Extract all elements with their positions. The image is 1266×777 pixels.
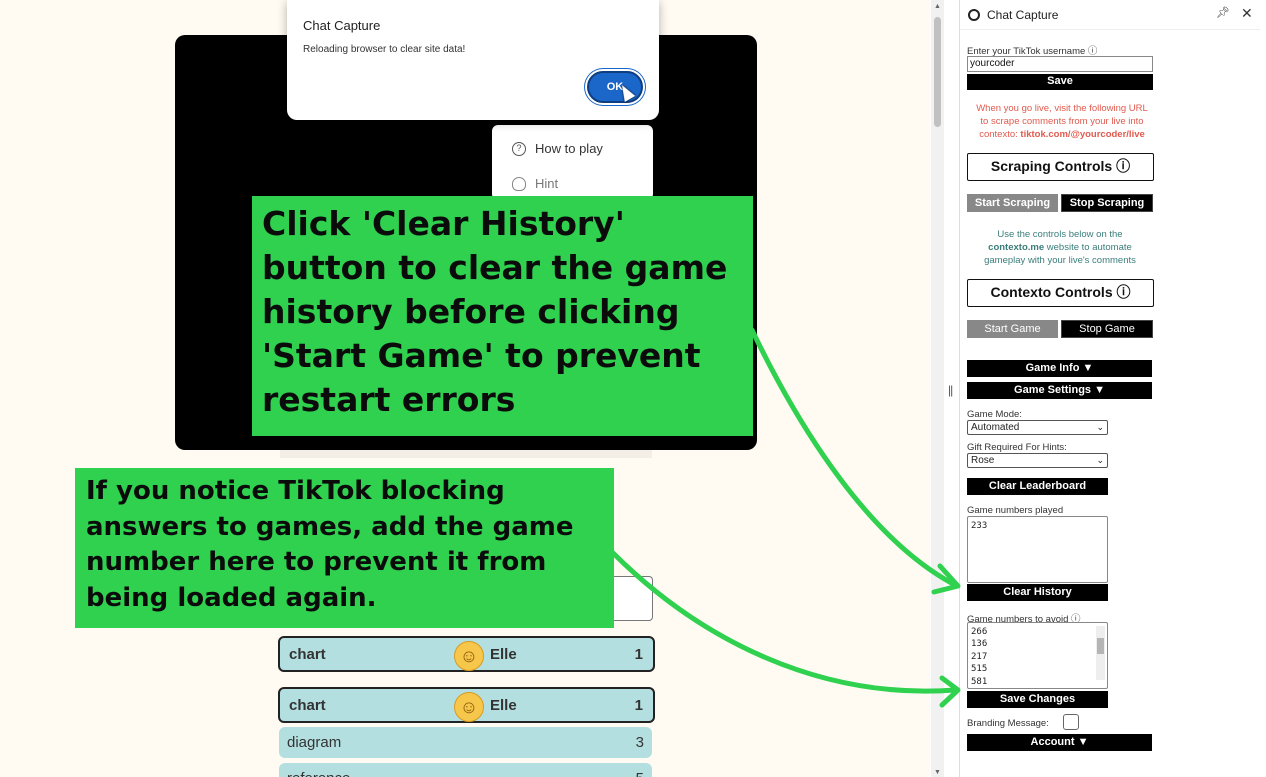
- username-input[interactable]: yourcoder: [967, 56, 1153, 72]
- scroll-down-icon[interactable]: ▼: [934, 769, 941, 776]
- chevron-down-icon: ⌄: [1096, 455, 1104, 465]
- textarea-scrollbar[interactable]: [1096, 626, 1105, 680]
- game-mode-value: Automated: [971, 422, 1020, 433]
- guess-user: Elle: [490, 645, 517, 663]
- save-changes-button[interactable]: Save Changes: [967, 691, 1108, 708]
- branding-checkbox[interactable]: [1063, 714, 1079, 730]
- arrowhead-icon: [939, 675, 961, 708]
- guess-rank: 3: [635, 734, 644, 751]
- scraping-controls-heading: Scraping Controls ⓘ: [967, 153, 1154, 181]
- guess-rank: 1: [634, 645, 643, 663]
- start-scraping-button[interactable]: Start Scraping: [967, 194, 1058, 212]
- guess-row: diagram 3: [279, 727, 652, 758]
- page-scrollbar[interactable]: ▲ ▼: [931, 0, 944, 777]
- pin-icon[interactable]: 📌︎: [1216, 6, 1230, 19]
- menu-item-hint[interactable]: Hint: [512, 176, 558, 191]
- guess-rank: 1: [634, 696, 643, 714]
- question-icon: ?: [512, 141, 526, 156]
- smiley-avatar-icon: ☺: [454, 641, 484, 671]
- stop-game-button[interactable]: Stop Game: [1061, 320, 1153, 338]
- panel-title: Chat Capture: [987, 8, 1059, 22]
- game-page: ? How to play Hint Chat Capture Reloadin…: [0, 0, 930, 777]
- gift-value: Rose: [971, 455, 995, 466]
- live-note: When you go live, visit the following UR…: [962, 102, 1162, 141]
- gift-select[interactable]: Rose ⌄: [967, 453, 1108, 468]
- resize-handle-icon[interactable]: ||: [948, 383, 953, 397]
- menu-item-hint-label: Hint: [535, 176, 559, 191]
- stop-scraping-button[interactable]: Stop Scraping: [1061, 194, 1153, 212]
- menu-item-how-to-play-label: How to play: [535, 141, 603, 156]
- guess-word: chart: [289, 696, 326, 714]
- guess-row: reference 5: [279, 763, 652, 777]
- clear-history-button[interactable]: Clear History: [967, 584, 1108, 601]
- gift-label: Gift Required For Hints:: [967, 442, 1067, 453]
- game-mode-select[interactable]: Automated ⌄: [967, 420, 1108, 435]
- controls-note-line: gameplay with your live's comments: [984, 255, 1136, 266]
- contexto-link[interactable]: contexto.me: [988, 242, 1044, 253]
- username-label: Enter your TikTok username ⓘ: [967, 46, 1098, 57]
- live-note-line: to scrape comments from your live into: [980, 116, 1144, 127]
- dialog-title: Chat Capture: [303, 18, 381, 33]
- ok-button[interactable]: OK: [587, 71, 643, 103]
- lightbulb-icon: [512, 176, 526, 191]
- chat-capture-panel: Chat Capture 📌︎ ✕ Enter your TikTok user…: [959, 0, 1266, 777]
- played-value: 233: [971, 521, 988, 531]
- textarea-scroll-thumb[interactable]: [1097, 638, 1104, 654]
- live-note-text: contexto:: [979, 129, 1021, 140]
- account-toggle[interactable]: Account ▼: [967, 734, 1152, 751]
- game-info-toggle[interactable]: Game Info ▼: [967, 360, 1152, 377]
- branding-label: Branding Message:: [967, 718, 1049, 729]
- avoid-textarea[interactable]: 266 136 217 515 581: [967, 622, 1108, 689]
- callout-clear-history: Click 'Clear History' button to clear th…: [252, 196, 753, 436]
- avoid-line: 581: [971, 676, 988, 687]
- panel-header: Chat Capture 📌︎ ✕: [960, 0, 1260, 30]
- guess-word: chart: [289, 645, 326, 663]
- guess-rank: 5: [636, 770, 644, 777]
- chevron-down-icon: ⌄: [1096, 422, 1104, 432]
- avoid-line: 217: [971, 651, 988, 662]
- live-note-line: When you go live, visit the following UR…: [976, 103, 1148, 114]
- frame-shadow: [280, 450, 652, 458]
- clear-leaderboard-button[interactable]: Clear Leaderboard: [967, 478, 1108, 495]
- live-note-line: contexto: tiktok.com/@yourcoder/live: [962, 128, 1162, 141]
- dialog-message: Reloading browser to clear site data!: [303, 44, 466, 55]
- menu-item-how-to-play[interactable]: ? How to play: [512, 141, 603, 156]
- controls-note-line: Use the controls below on the: [997, 229, 1123, 240]
- extension-logo-icon: [968, 9, 980, 21]
- smiley-avatar-icon: ☺: [454, 692, 484, 722]
- contexto-controls-heading: Contexto Controls ⓘ: [967, 279, 1154, 307]
- game-menu: ? How to play Hint: [492, 125, 653, 200]
- alert-dialog: Chat Capture Reloading browser to clear …: [287, 0, 659, 120]
- guess-word: reference: [287, 770, 350, 777]
- game-settings-toggle[interactable]: Game Settings ▼: [967, 382, 1152, 399]
- close-icon[interactable]: ✕: [1241, 5, 1253, 22]
- avoid-line: 136: [971, 639, 988, 650]
- guess-row: chart ☺ Elle 1: [278, 687, 655, 723]
- controls-note-line: contexto.me website to automate: [960, 241, 1160, 254]
- live-url-link[interactable]: tiktok.com/@yourcoder/live: [1020, 129, 1144, 140]
- controls-note: Use the controls below on the contexto.m…: [960, 228, 1160, 267]
- guess-user: Elle: [490, 696, 517, 714]
- played-label: Game numbers played: [967, 505, 1064, 516]
- guess-row-current: chart ☺ Elle 1: [278, 636, 655, 672]
- start-game-button[interactable]: Start Game: [967, 320, 1058, 338]
- controls-note-text: website to automate: [1044, 242, 1132, 253]
- avoid-line: 266: [971, 627, 988, 637]
- scrollbar-thumb[interactable]: [934, 17, 941, 127]
- played-textarea[interactable]: 233: [967, 516, 1108, 583]
- guess-word: diagram: [287, 734, 342, 751]
- game-mode-label: Game Mode:: [967, 409, 1022, 420]
- callout-avoid-games: If you notice TikTok blocking answers to…: [75, 468, 614, 628]
- save-username-button[interactable]: Save: [967, 74, 1153, 90]
- avoid-line: 515: [971, 664, 988, 675]
- scroll-up-icon[interactable]: ▲: [934, 3, 941, 10]
